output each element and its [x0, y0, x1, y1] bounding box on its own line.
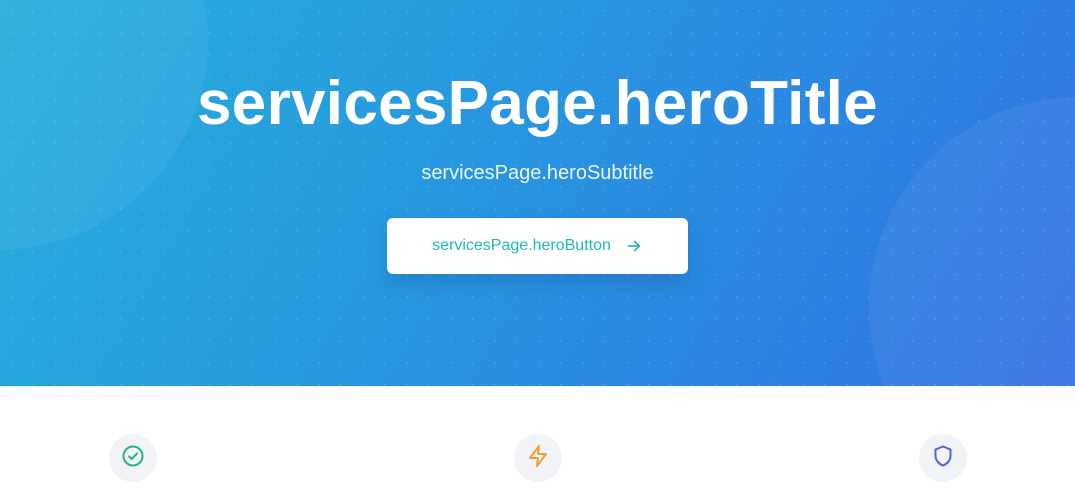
feature-icon-wrapper-2 — [514, 434, 562, 482]
lightning-icon — [526, 444, 550, 473]
hero-title: servicesPage.heroTitle — [197, 69, 878, 138]
arrow-right-icon — [625, 237, 643, 255]
shield-icon — [931, 444, 955, 473]
hero-section: servicesPage.heroTitle servicesPage.hero… — [0, 0, 1075, 386]
hero-cta-button[interactable]: servicesPage.heroButton — [387, 218, 688, 274]
feature-icon-wrapper-3 — [919, 434, 967, 482]
feature-icon-wrapper-1 — [109, 434, 157, 482]
hero-subtitle: servicesPage.heroSubtitle — [421, 162, 654, 184]
check-circle-icon — [121, 444, 145, 473]
hero-cta-label: servicesPage.heroButton — [432, 237, 611, 254]
